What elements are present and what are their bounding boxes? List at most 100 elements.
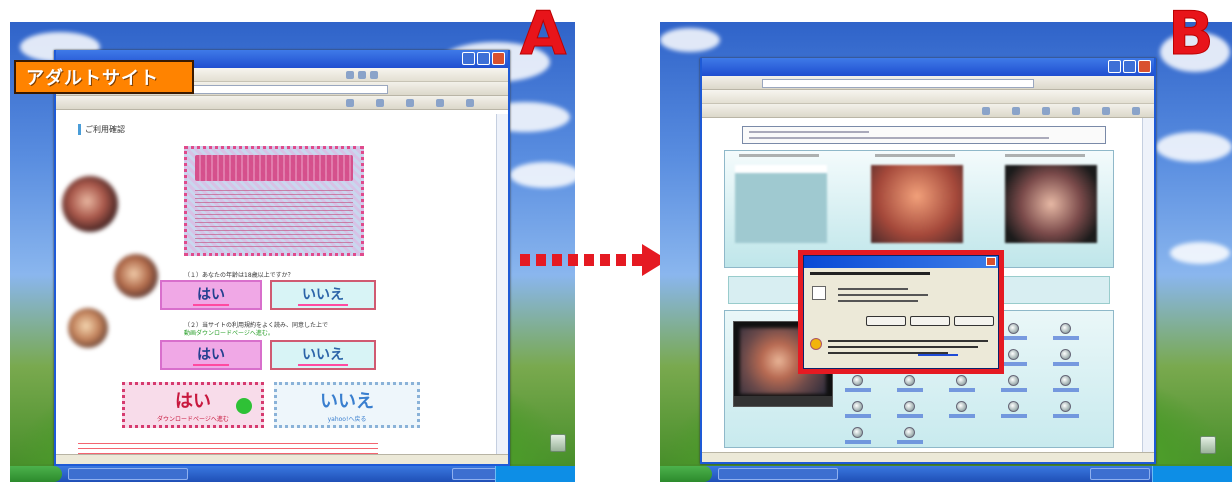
panel-b-letter: B bbox=[1168, 0, 1215, 69]
video-link-item[interactable] bbox=[1053, 401, 1079, 421]
video-link-item[interactable] bbox=[845, 427, 871, 447]
question-age: （１）あなたの年齢は18歳以上ですか？ bbox=[184, 272, 294, 279]
video-link-caption bbox=[1053, 362, 1079, 366]
comparison-figure: ご利用確認 （１）あなたの年齢は18歳以上ですか？ はい いいえ （２）当サイト… bbox=[0, 0, 1232, 482]
video-link-caption bbox=[897, 440, 923, 444]
age-no-button[interactable]: いいえ bbox=[270, 280, 376, 310]
browser-command-bar bbox=[702, 104, 1154, 118]
maximize-icon[interactable] bbox=[1123, 60, 1136, 73]
maximize-icon[interactable] bbox=[477, 52, 490, 65]
url-input[interactable] bbox=[762, 79, 1034, 88]
adult-site-label: アダルトサイト bbox=[14, 60, 194, 94]
video-file-icon bbox=[956, 375, 967, 386]
shield-warning-icon bbox=[810, 338, 822, 350]
blurred-image-1 bbox=[62, 176, 118, 232]
video-file-icon bbox=[1008, 323, 1019, 334]
video-file-icon bbox=[904, 427, 915, 438]
panel-a-screenshot: ご利用確認 （１）あなたの年齢は18歳以上ですか？ はい いいえ （２）当サイト… bbox=[10, 22, 575, 482]
terms-no-button[interactable]: いいえ bbox=[270, 340, 376, 370]
panel-b-screenshot bbox=[660, 22, 1232, 482]
windows-taskbar bbox=[10, 466, 575, 482]
video-thumbnail[interactable] bbox=[871, 165, 963, 243]
dialog-save-button[interactable] bbox=[910, 316, 950, 326]
video-file-icon bbox=[904, 375, 915, 386]
dialog-run-button[interactable] bbox=[866, 316, 906, 326]
video-link-item[interactable] bbox=[1001, 375, 1027, 395]
taskbar-app[interactable] bbox=[1090, 468, 1150, 480]
terms-yes-button[interactable]: はい bbox=[160, 340, 262, 370]
video-link-caption bbox=[1001, 336, 1027, 340]
windows-taskbar bbox=[660, 466, 1232, 482]
video-link-caption bbox=[1001, 414, 1027, 418]
video-thumbnail[interactable] bbox=[1005, 165, 1097, 243]
video-file-icon bbox=[852, 401, 863, 412]
video-link-caption bbox=[845, 388, 871, 392]
blurred-image-3 bbox=[68, 308, 108, 348]
file-icon bbox=[812, 286, 826, 300]
video-link-item[interactable] bbox=[1001, 323, 1027, 343]
video-file-icon bbox=[904, 401, 915, 412]
age-yes-button[interactable]: はい bbox=[160, 280, 262, 310]
recycle-bin-icon[interactable] bbox=[550, 434, 566, 452]
download-warning-dialog bbox=[798, 250, 1004, 374]
video-file-icon bbox=[1060, 375, 1071, 386]
system-tray bbox=[495, 466, 575, 482]
video-link-item[interactable] bbox=[1053, 375, 1079, 395]
video-link-item[interactable] bbox=[1001, 401, 1027, 421]
close-icon[interactable] bbox=[986, 257, 996, 266]
recycle-bin-icon[interactable] bbox=[1200, 436, 1216, 454]
video-link-item[interactable] bbox=[1001, 349, 1027, 369]
close-icon[interactable] bbox=[1138, 60, 1151, 73]
video-link-item[interactable] bbox=[897, 375, 923, 395]
download-no-button[interactable]: いいえ yahoo!へ戻る bbox=[274, 382, 420, 428]
video-link-item[interactable] bbox=[1053, 349, 1079, 369]
video-link-item[interactable] bbox=[949, 401, 975, 421]
vertical-scrollbar[interactable] bbox=[496, 114, 508, 454]
browser-window-b bbox=[700, 58, 1156, 464]
video-file-icon bbox=[1008, 375, 1019, 386]
video-link-item[interactable] bbox=[949, 375, 975, 395]
video-file-icon bbox=[1060, 323, 1071, 334]
taskbar-app[interactable] bbox=[68, 468, 188, 480]
video-link-caption bbox=[1001, 362, 1027, 366]
start-button[interactable] bbox=[10, 466, 62, 482]
video-file-icon bbox=[1008, 401, 1019, 412]
video-link-item[interactable] bbox=[845, 375, 871, 395]
taskbar-app[interactable] bbox=[718, 468, 838, 480]
vertical-scrollbar[interactable] bbox=[1142, 118, 1154, 452]
video-link-item[interactable] bbox=[897, 427, 923, 447]
video-link-caption bbox=[845, 414, 871, 418]
blurred-image-2 bbox=[114, 254, 158, 298]
green-dot-icon bbox=[236, 398, 252, 414]
video-link-caption bbox=[949, 388, 975, 392]
player-controls[interactable] bbox=[734, 396, 832, 406]
video-link-caption bbox=[1053, 336, 1079, 340]
video-file-icon bbox=[852, 375, 863, 386]
browser-menubar bbox=[702, 90, 1154, 104]
video-link-item[interactable] bbox=[845, 401, 871, 421]
minimize-icon[interactable] bbox=[1108, 60, 1121, 73]
video-file-icon bbox=[1060, 349, 1071, 360]
warning-notice-box bbox=[184, 146, 364, 256]
dialog-cancel-button[interactable] bbox=[954, 316, 994, 326]
info-box bbox=[742, 126, 1106, 144]
page-heading: ご利用確認 bbox=[78, 124, 125, 135]
video-file-icon bbox=[956, 401, 967, 412]
system-tray bbox=[1152, 466, 1232, 482]
window-titlebar[interactable] bbox=[702, 58, 1154, 76]
video-link-item[interactable] bbox=[897, 401, 923, 421]
video-link-caption bbox=[897, 414, 923, 418]
video-file-icon bbox=[852, 427, 863, 438]
minimize-icon[interactable] bbox=[462, 52, 475, 65]
dialog-titlebar[interactable] bbox=[804, 256, 998, 268]
video-link-item[interactable] bbox=[1053, 323, 1079, 343]
close-icon[interactable] bbox=[492, 52, 505, 65]
panel-a-letter: A bbox=[519, 0, 567, 69]
video-link-caption bbox=[897, 388, 923, 392]
dialog-help-link[interactable] bbox=[918, 354, 958, 356]
video-thumbnail[interactable] bbox=[735, 165, 827, 243]
start-button[interactable] bbox=[660, 466, 712, 482]
browser-address-bar bbox=[702, 76, 1154, 90]
arrow-dotted-line bbox=[520, 254, 650, 266]
browser-command-bar bbox=[56, 96, 508, 110]
